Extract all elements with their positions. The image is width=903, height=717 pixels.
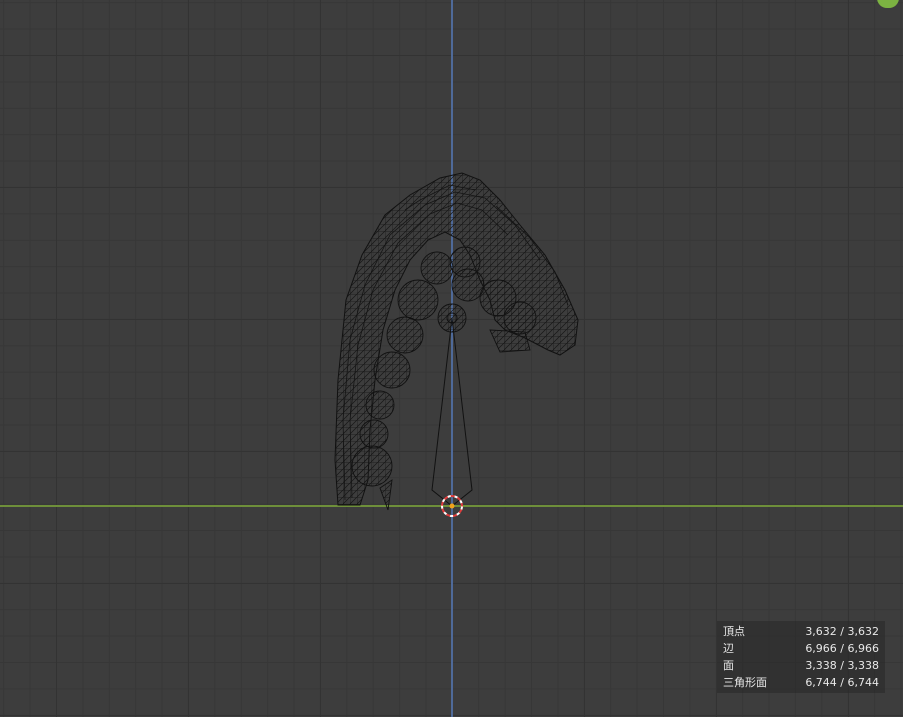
stat-label: 頂点 [723, 625, 745, 638]
stat-value: 6,744 / 6,744 [805, 676, 879, 689]
armature-bone [431, 312, 473, 507]
stat-label: 面 [723, 659, 734, 672]
stat-value: 3,338 / 3,338 [805, 659, 879, 672]
stat-row-vertices: 頂点 3,632 / 3,632 [721, 623, 881, 640]
stat-value: 3,632 / 3,632 [805, 625, 879, 638]
stat-row-edges: 辺 6,966 / 6,966 [721, 640, 881, 657]
3d-viewport[interactable]: 頂点 3,632 / 3,632 辺 6,966 / 6,966 面 3,338… [0, 0, 903, 717]
3d-cursor[interactable] [441, 495, 463, 517]
stat-row-triangles: 三角形面 6,744 / 6,744 [721, 674, 881, 691]
stat-label: 三角形面 [723, 676, 767, 689]
wireframe-mesh[interactable] [0, 0, 903, 717]
statistics-overlay: 頂点 3,632 / 3,632 辺 6,966 / 6,966 面 3,338… [717, 621, 885, 693]
stat-label: 辺 [723, 642, 734, 655]
stat-value: 6,966 / 6,966 [805, 642, 879, 655]
stat-row-faces: 面 3,338 / 3,338 [721, 657, 881, 674]
